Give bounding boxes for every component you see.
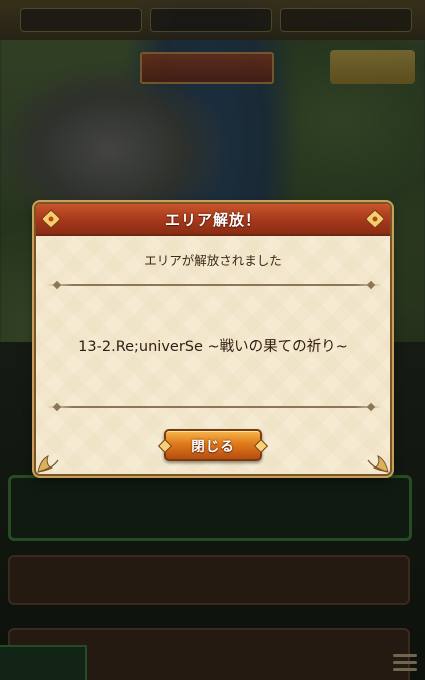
corner-ornament-icon <box>365 209 385 229</box>
dialog-title: エリア解放！ <box>164 210 261 229</box>
close-button-label: 閉じる <box>191 439 235 455</box>
area-unlocked-dialog: エリア解放！ エリアが解放されました 13-2.Re;univerSe ~戦いの… <box>34 202 392 476</box>
corner-ornament-icon <box>367 455 389 473</box>
divider-top <box>46 284 382 286</box>
divider-bottom <box>46 406 382 408</box>
corner-ornament-icon <box>37 455 59 473</box>
close-button[interactable]: 閉じる <box>164 429 262 461</box>
dialog-message: エリアが解放されました <box>144 253 282 268</box>
corner-ornament-icon <box>41 209 61 229</box>
dialog-header: エリア解放！ <box>36 204 390 236</box>
unlocked-area-name: 13-2.Re;univerSe ~戦いの果ての祈り~ <box>78 339 348 355</box>
